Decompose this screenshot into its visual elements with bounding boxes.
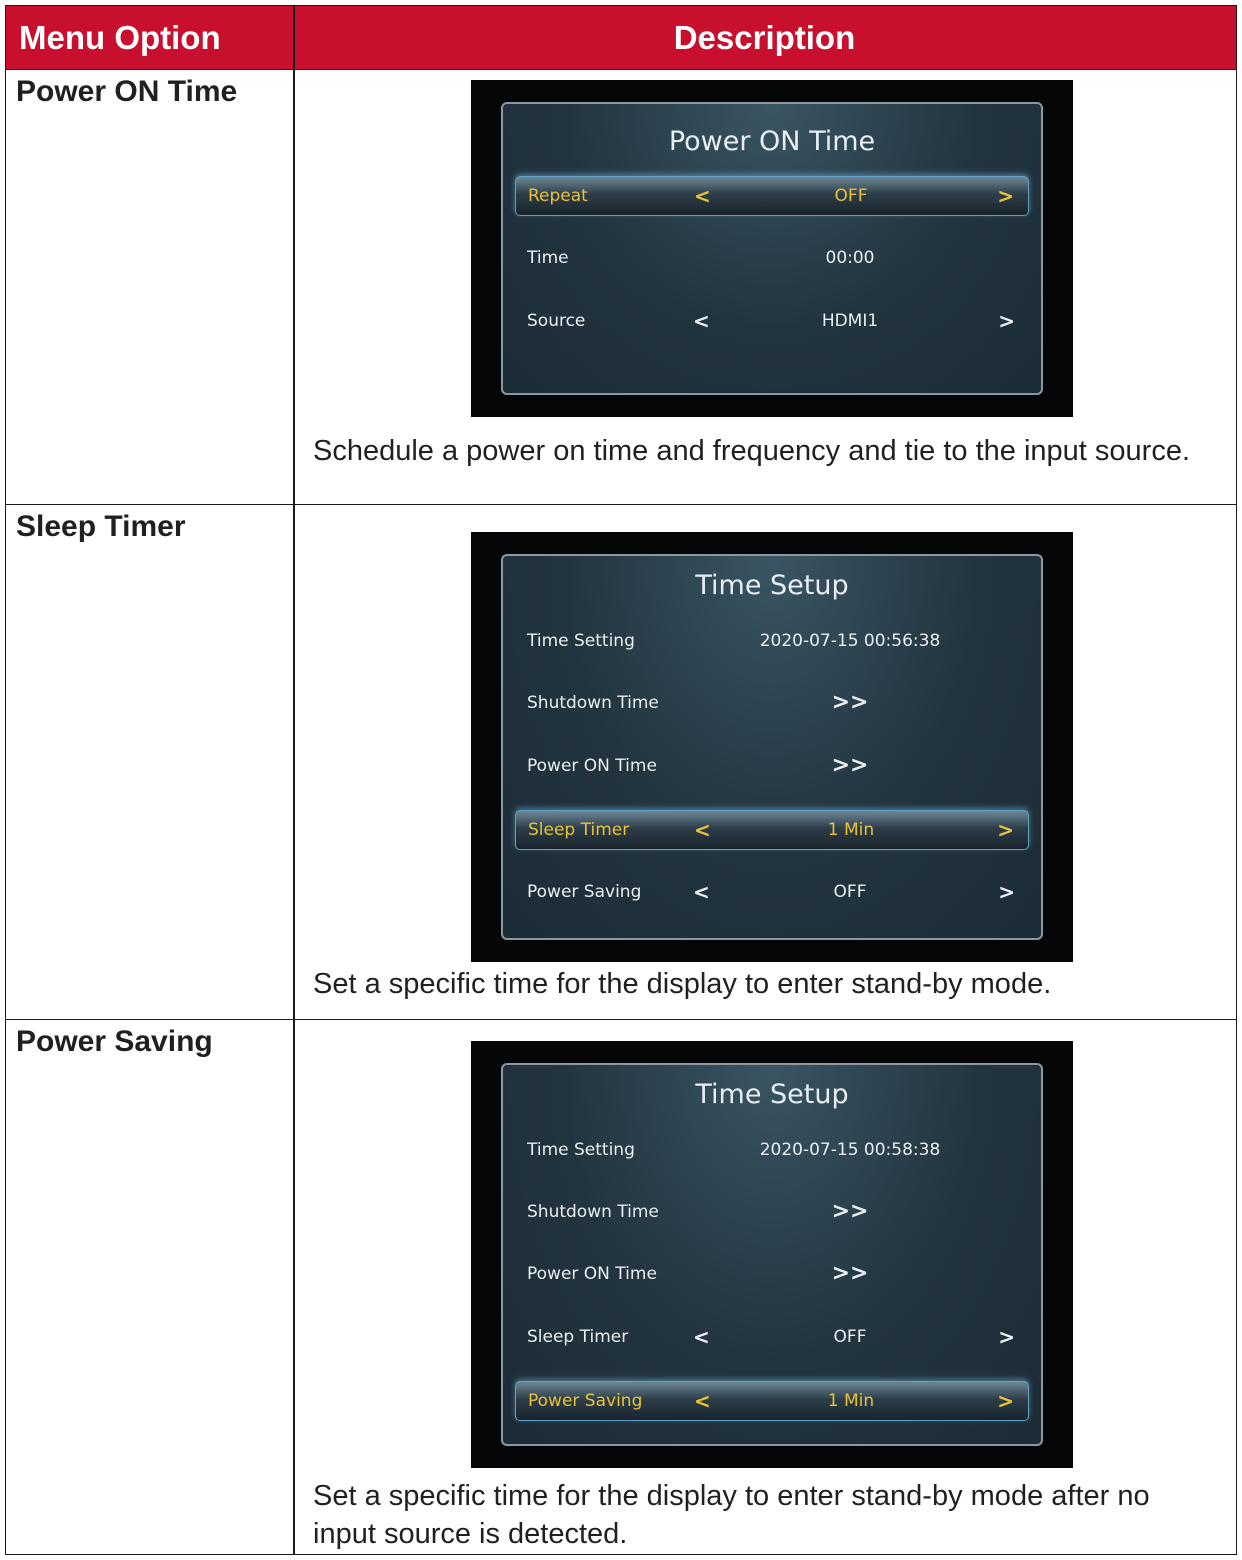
- chevron-left-icon: <: [694, 184, 711, 208]
- osd-item-power-on-time: Power ON Time >>: [515, 747, 1029, 785]
- osd-item-value: 1 Min: [827, 820, 875, 840]
- menu-option-description: Set a specific time for the display to e…: [313, 1480, 1150, 1550]
- osd-item-time-setting: Time Setting 2020-07-15 00:58:38: [515, 1131, 1029, 1169]
- chevron-right-icon: >: [998, 880, 1015, 904]
- chevron-left-icon: <: [694, 818, 711, 842]
- double-chevron-icon: >>: [831, 690, 869, 715]
- osd-item-value: 2020-07-15 00:56:38: [759, 631, 941, 651]
- osd-screenshot: Time Setup Time Setting 2020-07-15 00:58…: [471, 1041, 1073, 1468]
- osd-item-label: Time: [527, 248, 569, 268]
- osd-item-source: Source < HDMI1 >: [515, 302, 1029, 340]
- osd-item-time-setting: Time Setting 2020-07-15 00:56:38: [515, 622, 1029, 660]
- chevron-left-icon: <: [693, 880, 710, 904]
- osd-title: Time Setup: [695, 570, 849, 601]
- menu-option-description: Set a specific time for the display to e…: [313, 968, 1052, 1000]
- osd-item-label: Time Setting: [527, 1140, 635, 1160]
- osd-item-sleep-timer: Sleep Timer < 1 Min >: [515, 810, 1029, 850]
- osd-item-power-on-time: Power ON Time >>: [515, 1255, 1029, 1293]
- table-header: Menu Option Description: [6, 6, 1236, 69]
- osd-item-label: Shutdown Time: [527, 693, 659, 713]
- menu-option-table: Menu Option Description Power ON Time Po…: [5, 5, 1237, 1555]
- menu-option-description: Schedule a power on time and frequency a…: [313, 435, 1191, 467]
- osd-item-time: Time 00:00: [515, 239, 1029, 277]
- osd-item-shutdown-time: Shutdown Time >>: [515, 684, 1029, 722]
- chevron-right-icon: >: [997, 184, 1014, 208]
- osd-screenshot: Power ON Time Repeat < OFF > Time 00:00 …: [471, 80, 1073, 417]
- osd-panel: Time Setup Time Setting 2020-07-15 00:58…: [501, 1063, 1043, 1446]
- osd-item-label: Power Saving: [527, 882, 642, 902]
- osd-item-value: OFF: [834, 186, 868, 206]
- osd-item-label: Power ON Time: [527, 756, 657, 776]
- osd-panel: Power ON Time Repeat < OFF > Time 00:00 …: [501, 102, 1043, 395]
- double-chevron-icon: >>: [831, 753, 869, 778]
- osd-item-value: 1 Min: [827, 1391, 875, 1411]
- table-row: Power Saving Time Setup Time Setting 202…: [6, 1019, 1236, 1556]
- osd-item-label: Source: [527, 311, 586, 331]
- menu-option-label: Power ON Time: [16, 75, 238, 108]
- osd-item-value: OFF: [833, 1327, 867, 1347]
- osd-item-power-saving: Power Saving < 1 Min >: [515, 1381, 1029, 1421]
- description-heading: Description: [673, 19, 856, 56]
- osd-item-label: Power Saving: [528, 1391, 643, 1411]
- osd-item-value: OFF: [833, 882, 867, 902]
- osd-item-label: Time Setting: [527, 631, 635, 651]
- osd-item-label: Sleep Timer: [528, 820, 630, 840]
- osd-item-value: HDMI1: [821, 311, 879, 331]
- chevron-left-icon: <: [693, 1325, 710, 1349]
- osd-item-label: Repeat: [528, 186, 588, 206]
- menu-option-label: Sleep Timer: [16, 510, 186, 543]
- osd-panel: Time Setup Time Setting 2020-07-15 00:56…: [501, 554, 1043, 940]
- osd-item-repeat: Repeat < OFF >: [515, 176, 1029, 216]
- osd-title: Power ON Time: [668, 126, 876, 157]
- osd-item-sleep-timer: Sleep Timer < OFF >: [515, 1318, 1029, 1356]
- menu-option-heading: Menu Option: [19, 19, 221, 56]
- chevron-left-icon: <: [693, 309, 710, 333]
- osd-item-label: Shutdown Time: [527, 1202, 659, 1222]
- osd-item-value: 00:00: [825, 248, 875, 268]
- osd-item-power-saving: Power Saving < OFF >: [515, 873, 1029, 911]
- double-chevron-icon: >>: [831, 1261, 869, 1286]
- osd-item-label: Sleep Timer: [527, 1327, 629, 1347]
- chevron-right-icon: >: [997, 1389, 1014, 1413]
- osd-item-shutdown-time: Shutdown Time >>: [515, 1193, 1029, 1231]
- osd-screenshot: Time Setup Time Setting 2020-07-15 00:56…: [471, 532, 1073, 962]
- osd-title: Time Setup: [695, 1079, 849, 1110]
- chevron-right-icon: >: [998, 1325, 1015, 1349]
- table-row: Sleep Timer Time Setup Time Setting 2020…: [6, 504, 1236, 1009]
- chevron-right-icon: >: [997, 818, 1014, 842]
- chevron-right-icon: >: [998, 309, 1015, 333]
- table-row: Power ON Time Power ON Time Repeat < OFF…: [6, 69, 1236, 504]
- double-chevron-icon: >>: [831, 1199, 869, 1224]
- osd-item-label: Power ON Time: [527, 1264, 657, 1284]
- menu-option-label: Power Saving: [16, 1025, 213, 1058]
- osd-item-value: 2020-07-15 00:58:38: [759, 1140, 941, 1160]
- chevron-left-icon: <: [694, 1389, 711, 1413]
